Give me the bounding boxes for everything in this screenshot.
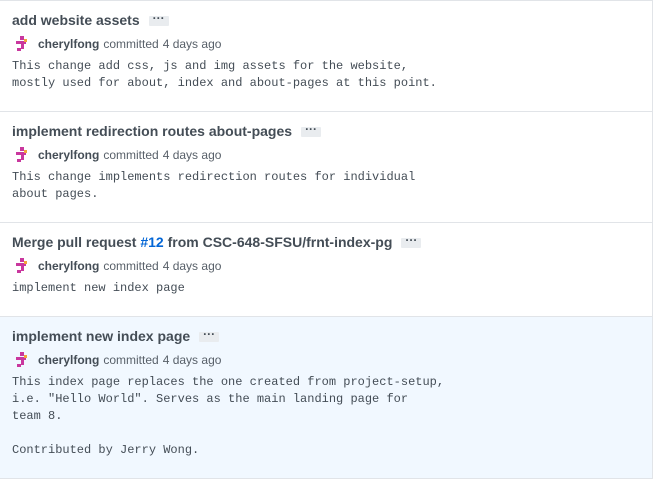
commit-author[interactable]: cherylfong — [38, 37, 99, 51]
commit-verb: committed — [103, 37, 159, 51]
commit-time[interactable]: 4 days ago — [163, 353, 222, 367]
commit-message-body: This change add css, js and img assets f… — [12, 59, 437, 90]
expand-message-button[interactable]: ··· — [401, 234, 422, 248]
commit-time[interactable]: 4 days ago — [163, 148, 222, 162]
commit-message-body: This index page replaces the one created… — [12, 375, 445, 457]
commit-time[interactable]: 4 days ago — [163, 259, 222, 273]
commit-item: Merge pull request #12 from CSC-648-SFSU… — [0, 223, 652, 317]
commit-title-row: implement redirection routes about-pages… — [12, 122, 640, 140]
commit-title-row: Merge pull request #12 from CSC-648-SFSU… — [12, 233, 640, 251]
commit-meta: cherylfong committed 4 days ago — [12, 35, 640, 53]
commit-author[interactable]: cherylfong — [38, 148, 99, 162]
commit-title[interactable]: implement new index page — [12, 328, 190, 344]
commit-message-body: implement new index page — [12, 281, 185, 295]
expand-message-button[interactable]: ··· — [199, 328, 220, 342]
commit-title-row: implement new index page ··· — [12, 327, 640, 345]
avatar[interactable] — [12, 350, 32, 370]
commit-title-suffix: from CSC-648-SFSU/frnt-index-pg — [163, 234, 393, 250]
pull-request-link[interactable]: #12 — [140, 234, 163, 250]
avatar[interactable] — [12, 256, 32, 276]
commit-meta: cherylfong committed 4 days ago — [12, 146, 640, 164]
commit-item: implement redirection routes about-pages… — [0, 112, 652, 223]
avatar[interactable] — [12, 145, 32, 165]
commit-title[interactable]: add website assets — [12, 12, 140, 28]
commit-verb: committed — [103, 259, 159, 273]
expand-message-button[interactable]: ··· — [301, 123, 322, 137]
avatar[interactable] — [12, 34, 32, 54]
commit-title-row: add website assets ··· — [12, 11, 640, 29]
commit-title[interactable]: Merge pull request #12 from CSC-648-SFSU… — [12, 234, 392, 250]
commit-verb: committed — [103, 148, 159, 162]
commit-item: add website assets ··· cherylfong commit… — [0, 1, 652, 112]
commit-list: add website assets ··· cherylfong commit… — [0, 0, 653, 479]
commit-title-prefix: Merge pull request — [12, 234, 141, 250]
commit-message-body: This change implements redirection route… — [12, 170, 416, 201]
commit-verb: committed — [103, 353, 159, 367]
commit-item: implement new index page ··· cherylfong … — [0, 317, 652, 479]
commit-author[interactable]: cherylfong — [38, 353, 99, 367]
commit-time[interactable]: 4 days ago — [163, 37, 222, 51]
commit-meta: cherylfong committed 4 days ago — [12, 257, 640, 275]
commit-title[interactable]: implement redirection routes about-pages — [12, 123, 292, 139]
commit-meta: cherylfong committed 4 days ago — [12, 351, 640, 369]
expand-message-button[interactable]: ··· — [148, 12, 169, 26]
commit-author[interactable]: cherylfong — [38, 259, 99, 273]
